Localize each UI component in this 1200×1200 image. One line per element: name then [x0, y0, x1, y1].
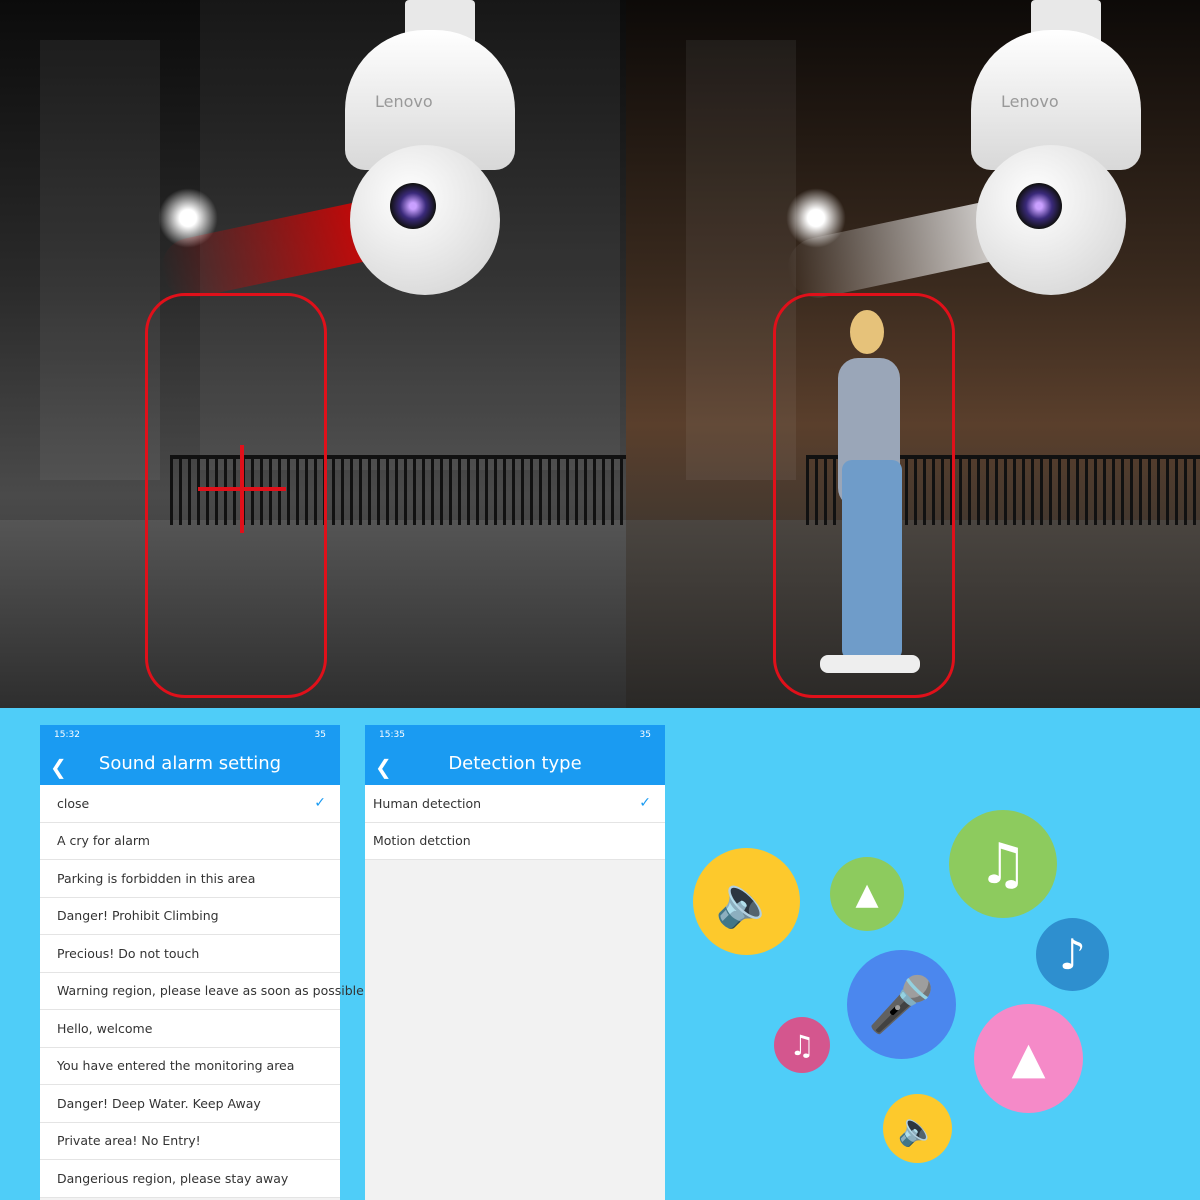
music-notes-icon: ♫ — [949, 810, 1057, 918]
battery-level: 35 — [314, 730, 326, 740]
list-item[interactable]: Precious! Do not touch — [40, 935, 340, 973]
list-item-label: Warning region, please leave as soon as … — [57, 983, 364, 999]
camera-photo-before: Lenovo — [0, 0, 626, 708]
music-notes-icon: ♫ — [774, 1017, 830, 1073]
list-item-label: Precious! Do not touch — [57, 945, 200, 961]
list-item-label: Danger! Prohibit Climbing — [57, 908, 219, 924]
list-item[interactable]: You have entered the monitoring area — [40, 1047, 340, 1085]
list-item[interactable]: Human detection ✓ — [365, 785, 665, 823]
camera-logo: Lenovo — [1001, 92, 1059, 111]
status-time: 15:35 — [379, 730, 405, 740]
list-item-label: You have entered the monitoring area — [57, 1058, 295, 1074]
list-item-label: close — [57, 795, 90, 811]
list-item[interactable]: Parking is forbidden in this area — [40, 860, 340, 898]
music-note-icon: ♪ — [1036, 918, 1109, 991]
list-item[interactable]: Danger! Deep Water. Keep Away — [40, 1085, 340, 1123]
detection-zone — [145, 293, 327, 698]
siren-icon: ▲ — [830, 857, 904, 931]
speaker-icon: 🔈 — [883, 1094, 952, 1163]
battery-level: 35 — [639, 730, 651, 740]
speaker-icon: 🔈 — [693, 848, 800, 955]
check-icon: ✓ — [639, 795, 651, 812]
page-title: Detection type — [448, 753, 582, 774]
list-item[interactable]: Motion detction — [365, 822, 665, 860]
list-item[interactable]: Dangerious region, please stay away — [40, 1160, 340, 1198]
siren-icon: ▲ — [974, 1004, 1083, 1113]
page-title: Sound alarm setting — [98, 753, 282, 774]
list-item-label: Danger! Deep Water. Keep Away — [57, 1095, 261, 1111]
list-item-label: Motion detction — [373, 833, 471, 849]
list-item-label: A cry for alarm — [57, 833, 150, 849]
list-item[interactable]: Warning region, please leave as soon as … — [40, 972, 364, 1010]
microphone-icon: 🎤 — [847, 950, 956, 1059]
list-item-label: Private area! No Entry! — [57, 1133, 201, 1149]
check-icon: ✓ — [314, 795, 326, 812]
status-time: 15:32 — [54, 730, 80, 740]
list-item-label: Parking is forbidden in this area — [57, 870, 256, 886]
list-item[interactable]: close ✓ — [40, 785, 340, 823]
camera-logo: Lenovo — [375, 92, 433, 111]
person-figure — [820, 310, 920, 680]
list-item-label: Dangerious region, please stay away — [57, 1170, 289, 1186]
detection-type-screen: 15:35 35 ❮ Detection type Human detection… — [365, 725, 665, 1200]
list-item[interactable]: Hello, welcome — [40, 1010, 340, 1048]
list-item[interactable]: A cry for alarm — [40, 822, 340, 860]
sound-alarm-screen: 15:32 35 ❮ Sound alarm setting close ✓ A cr… — [40, 725, 364, 1200]
list-item[interactable]: Private area! No Entry! — [40, 1122, 340, 1160]
list-item-label: Human detection — [373, 795, 482, 811]
list-item-label: Hello, welcome — [57, 1020, 153, 1036]
list-item[interactable]: Danger! Prohibit Climbing — [40, 897, 340, 935]
